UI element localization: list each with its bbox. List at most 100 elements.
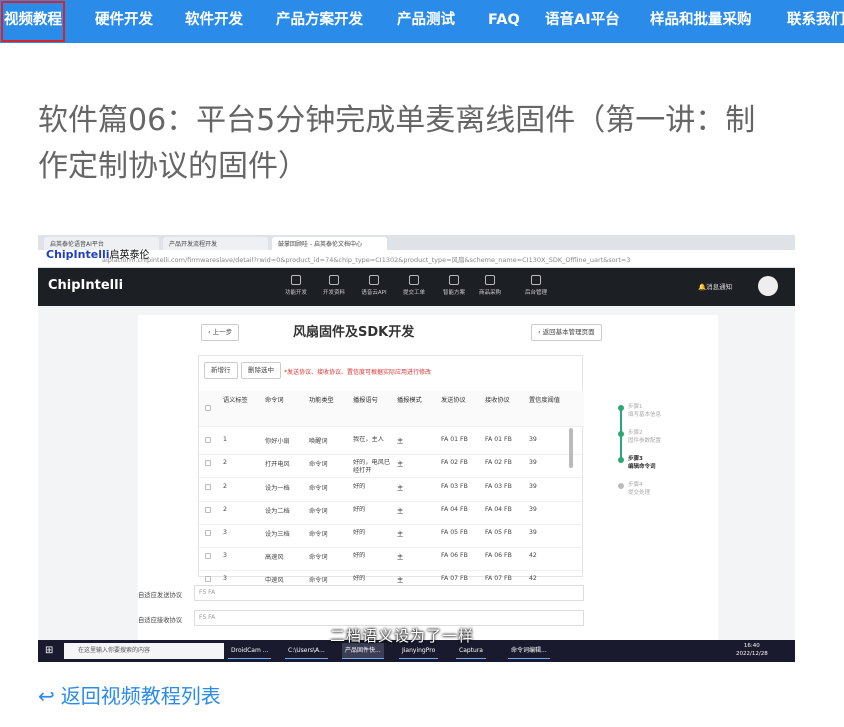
row-checkbox[interactable] bbox=[205, 460, 211, 466]
row-checkbox[interactable] bbox=[205, 553, 211, 559]
table-cell-reply[interactable]: 好的，电风已经打开 bbox=[353, 459, 393, 477]
delete-selected-button[interactable]: 删除选中 bbox=[241, 362, 281, 379]
nav-item-faq[interactable]: FAQ bbox=[488, 0, 520, 43]
row-checkbox[interactable] bbox=[205, 530, 211, 536]
table-cell-type[interactable]: 命令词 bbox=[309, 529, 349, 538]
menu-item[interactable]: 后台管理 bbox=[516, 275, 556, 296]
table-cell-recv[interactable]: FA 02 FB bbox=[485, 459, 525, 466]
menu-item[interactable]: 语音云API bbox=[354, 275, 394, 296]
table-cell-mode[interactable]: 主 bbox=[397, 506, 437, 515]
nav-item-ai-platform[interactable]: 语音AI平台 bbox=[545, 0, 620, 43]
taskbar-app[interactable]: 命令词编辑... bbox=[508, 643, 550, 659]
send-protocol-input[interactable]: F5 FA bbox=[194, 585, 584, 601]
table-cell-id[interactable]: 3 bbox=[223, 552, 263, 559]
table-cell-cmd[interactable]: 中速风 bbox=[265, 575, 305, 584]
row-checkbox[interactable] bbox=[205, 484, 211, 490]
browser-tab[interactable]: 鼓掌回顾哇 - 启英泰伦文档中心 bbox=[272, 237, 387, 250]
nav-item-hardware[interactable]: 硬件开发 bbox=[95, 0, 153, 43]
table-cell-send[interactable]: FA 07 FB bbox=[441, 575, 481, 582]
table-cell-reply[interactable]: 好的 bbox=[353, 483, 393, 501]
nav-item-solutions[interactable]: 产品方案开发 bbox=[276, 0, 363, 43]
table-cell-recv[interactable]: FA 04 FB bbox=[485, 506, 525, 513]
windows-icon[interactable]: ⊞ bbox=[45, 645, 53, 656]
nav-item-contact[interactable]: 联系我们 bbox=[787, 0, 844, 43]
table-cell-mode[interactable]: 主 bbox=[397, 575, 437, 584]
taskbar-app[interactable]: C:\Users\A... bbox=[285, 643, 328, 659]
firmware-panel: ‹ 上一步 风扇固件及SDK开发 ‹ 返回基本管理页面 新增行 删除选中 *发送… bbox=[138, 315, 718, 662]
table-cell-type[interactable]: 命令词 bbox=[309, 483, 349, 492]
table-cell-th[interactable]: 42 bbox=[529, 575, 569, 582]
table-cell-send[interactable]: FA 06 FB bbox=[441, 552, 481, 559]
table-cell-type[interactable]: 命令词 bbox=[309, 506, 349, 515]
row-checkbox[interactable] bbox=[205, 576, 211, 582]
table-cell-cmd[interactable]: 设为三档 bbox=[265, 529, 305, 538]
table-cell-reply[interactable]: 好的 bbox=[353, 506, 393, 524]
table-cell-send[interactable]: FA 03 FB bbox=[441, 483, 481, 490]
table-cell-mode[interactable]: 主 bbox=[397, 459, 437, 468]
table-cell-cmd[interactable]: 设为一档 bbox=[265, 483, 305, 492]
table-cell-send[interactable]: FA 02 FB bbox=[441, 459, 481, 466]
table-cell-cmd[interactable]: 打开电风 bbox=[265, 459, 305, 468]
table-cell-cmd[interactable]: 高速风 bbox=[265, 552, 305, 561]
nav-item-purchase[interactable]: 样品和批量采购 bbox=[650, 0, 752, 43]
menu-item[interactable]: 智能方案 bbox=[434, 275, 474, 296]
table-cell-type[interactable]: 唤醒词 bbox=[309, 436, 349, 445]
table-cell-id[interactable]: 1 bbox=[223, 436, 263, 443]
notify-link[interactable]: 🔔消息通知 bbox=[698, 281, 732, 291]
table-cell-send[interactable]: FA 01 FB bbox=[441, 436, 481, 443]
back-step-button[interactable]: ‹ 上一步 bbox=[201, 324, 240, 341]
table-cell-reply[interactable]: 好的 bbox=[353, 529, 393, 547]
return-button[interactable]: ‹ 返回基本管理页面 bbox=[531, 324, 602, 341]
table-cell-mode[interactable]: 主 bbox=[397, 483, 437, 492]
table-cell-reply[interactable]: 好的 bbox=[353, 552, 393, 570]
row-checkbox[interactable] bbox=[205, 437, 211, 443]
menu-item[interactable]: 功能开发 bbox=[276, 275, 316, 296]
table-cell-id[interactable]: 2 bbox=[223, 459, 263, 466]
nav-item-video-tutorials[interactable]: 视频教程 bbox=[0, 0, 66, 43]
table-scrollbar[interactable] bbox=[569, 428, 573, 468]
browser-tab[interactable]: 产品开发流程开发 bbox=[163, 237, 268, 250]
table-cell-id[interactable]: 3 bbox=[223, 529, 263, 536]
add-row-button[interactable]: 新增行 bbox=[204, 362, 238, 379]
table-cell-th[interactable]: 39 bbox=[529, 483, 569, 490]
taskbar-app[interactable]: DroidCam ... bbox=[228, 643, 272, 659]
menu-item[interactable]: 商品采购 bbox=[470, 275, 510, 296]
table-cell-mode[interactable]: 主 bbox=[397, 529, 437, 538]
table-cell-recv[interactable]: FA 01 FB bbox=[485, 436, 525, 443]
nav-item-software[interactable]: 软件开发 bbox=[185, 0, 243, 43]
table-cell-id[interactable]: 2 bbox=[223, 506, 263, 513]
table-cell-th[interactable]: 39 bbox=[529, 529, 569, 536]
taskbar-search[interactable]: 在这里输入你要搜索的内容 bbox=[64, 643, 224, 659]
table-cell-id[interactable]: 2 bbox=[223, 483, 263, 490]
avatar[interactable] bbox=[758, 276, 778, 296]
table-cell-send[interactable]: FA 04 FB bbox=[441, 506, 481, 513]
select-all-checkbox[interactable] bbox=[205, 405, 211, 411]
table-cell-recv[interactable]: FA 06 FB bbox=[485, 552, 525, 559]
table-cell-recv[interactable]: FA 05 FB bbox=[485, 529, 525, 536]
table-cell-mode[interactable]: 主 bbox=[397, 436, 437, 445]
table-cell-cmd[interactable]: 你好小扇 bbox=[265, 436, 305, 445]
table-cell-cmd[interactable]: 设为二档 bbox=[265, 506, 305, 515]
table-cell-th[interactable]: 42 bbox=[529, 552, 569, 559]
back-to-list-link[interactable]: ↩ 返回视频教程列表 bbox=[38, 680, 221, 709]
table-cell-reply[interactable]: 我在，主人 bbox=[353, 436, 393, 454]
table-cell-id[interactable]: 3 bbox=[223, 575, 263, 582]
table-cell-mode[interactable]: 主 bbox=[397, 552, 437, 561]
table-cell-send[interactable]: FA 05 FB bbox=[441, 529, 481, 536]
table-cell-type[interactable]: 命令词 bbox=[309, 575, 349, 584]
table-cell-th[interactable]: 39 bbox=[529, 436, 569, 443]
menu-item[interactable]: 开发资料 bbox=[314, 275, 354, 296]
table-cell-recv[interactable]: FA 03 FB bbox=[485, 483, 525, 490]
recv-protocol-input[interactable]: F5 FA bbox=[194, 610, 584, 626]
table-cell-type[interactable]: 命令词 bbox=[309, 552, 349, 561]
address-bar[interactable]: aiplatform.chipintelli.com/firmwareslave… bbox=[38, 250, 795, 268]
table-cell-th[interactable]: 39 bbox=[529, 459, 569, 466]
row-checkbox[interactable] bbox=[205, 507, 211, 513]
table-cell-th[interactable]: 39 bbox=[529, 506, 569, 513]
menu-item[interactable]: 提交工单 bbox=[394, 275, 434, 296]
field-label: 自适应发送协议 bbox=[138, 592, 183, 599]
table-cell-recv[interactable]: FA 07 FB bbox=[485, 575, 525, 582]
nav-item-testing[interactable]: 产品测试 bbox=[397, 0, 455, 43]
video-player[interactable]: 启英泰伦语音AI平台 产品开发流程开发 鼓掌回顾哇 - 启英泰伦文档中心 aip… bbox=[38, 235, 795, 662]
table-cell-type[interactable]: 命令词 bbox=[309, 459, 349, 468]
